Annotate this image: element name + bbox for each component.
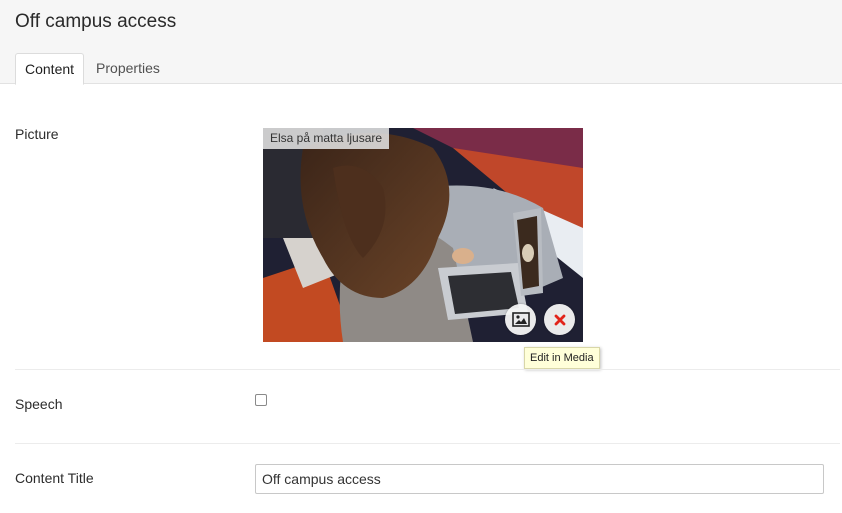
content-title-label: Content Title	[15, 470, 94, 486]
picture-caption: Elsa på matta ljusare	[263, 128, 390, 149]
speech-label: Speech	[15, 396, 63, 412]
edit-in-media-button[interactable]	[505, 304, 536, 335]
field-divider	[15, 443, 840, 444]
page-header: Off campus access Content Properties	[0, 0, 842, 85]
edit-in-media-tooltip: Edit in Media	[524, 347, 600, 369]
tab-content[interactable]: Content	[15, 53, 85, 85]
page-title: Off campus access	[15, 11, 177, 32]
close-icon	[554, 314, 565, 325]
content-title-input[interactable]: Off campus access	[255, 464, 824, 494]
remove-picture-button[interactable]	[544, 304, 575, 335]
picture-label: Picture	[15, 126, 59, 142]
picture-preview[interactable]: Elsa på matta ljusare	[263, 128, 583, 342]
speech-checkbox[interactable]	[255, 394, 267, 406]
tab-properties[interactable]: Properties	[87, 53, 169, 84]
tab-bar: Content Properties	[15, 53, 169, 85]
field-divider	[15, 369, 840, 370]
image-icon	[511, 312, 530, 327]
picture-thumbnail	[263, 128, 583, 342]
